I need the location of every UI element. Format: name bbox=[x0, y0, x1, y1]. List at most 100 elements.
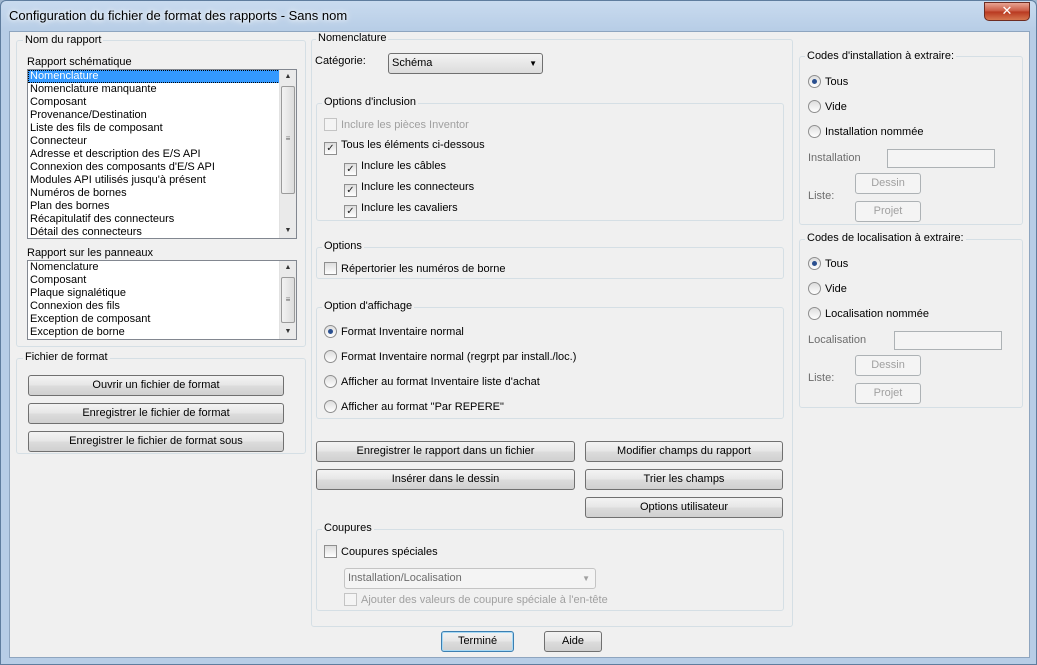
list-item[interactable]: Composant bbox=[28, 274, 296, 287]
add-break-header-checkbox[interactable]: Ajouter des valeurs de coupure spéciale … bbox=[344, 593, 608, 607]
close-button[interactable]: ✕ bbox=[984, 2, 1030, 21]
scroll-up-icon[interactable]: ▲ bbox=[280, 70, 296, 84]
location-project-button[interactable]: Projet bbox=[855, 383, 921, 404]
radio-circle-icon bbox=[324, 375, 337, 388]
panel-report-label: Rapport sur les panneaux bbox=[27, 247, 153, 259]
list-item[interactable]: Nomenclature bbox=[28, 70, 296, 83]
display-grouped-radio[interactable]: Format Inventaire normal (regrpt par ins… bbox=[324, 350, 576, 364]
display-purchase-list-radio[interactable]: Afficher au format Inventaire liste d'ac… bbox=[324, 375, 540, 389]
help-button[interactable]: Aide bbox=[544, 631, 602, 652]
install-name-input[interactable] bbox=[887, 149, 995, 168]
location-drawing-button[interactable]: Dessin bbox=[855, 355, 921, 376]
list-item[interactable]: Modules API utilisés jusqu'à présent bbox=[28, 174, 296, 187]
location-list-label: Liste: bbox=[808, 372, 835, 384]
user-options-button[interactable]: Options utilisateur bbox=[585, 497, 783, 518]
title-bar[interactable]: Configuration du fichier de format des r… bbox=[1, 1, 1036, 31]
open-format-file-button[interactable]: Ouvrir un fichier de format bbox=[28, 375, 284, 396]
insert-in-drawing-button[interactable]: Insérer dans le dessin bbox=[316, 469, 575, 490]
display-normal-radio[interactable]: Format Inventaire normal bbox=[324, 325, 464, 339]
category-label: Catégorie: bbox=[315, 55, 366, 67]
modify-report-fields-button[interactable]: Modifier champs du rapport bbox=[585, 441, 783, 462]
list-item[interactable]: Nomenclature manquante bbox=[28, 83, 296, 96]
display-by-tag-radio[interactable]: Afficher au format "Par REPERE" bbox=[324, 400, 504, 414]
install-codes-label: Codes d'installation à extraire: bbox=[805, 50, 957, 62]
radio-circle-icon bbox=[808, 307, 821, 320]
scroll-down-icon[interactable]: ▼ bbox=[280, 325, 296, 339]
scroll-down-icon[interactable]: ▼ bbox=[280, 224, 296, 238]
list-item[interactable]: Exception de composant bbox=[28, 313, 296, 326]
check-icon: ✓ bbox=[344, 205, 357, 218]
radio-dot-icon bbox=[808, 75, 821, 88]
list-item[interactable]: Provenance/Destination bbox=[28, 109, 296, 122]
dialog-window: Configuration du fichier de format des r… bbox=[0, 0, 1037, 665]
format-file-group-label: Fichier de format bbox=[23, 351, 110, 363]
schematic-list-scrollbar[interactable]: ▲ ≡ ▼ bbox=[279, 70, 296, 238]
location-name-input[interactable] bbox=[894, 331, 1002, 350]
radio-circle-icon bbox=[324, 400, 337, 413]
list-terminal-numbers-checkbox[interactable]: Répertorier les numéros de borne bbox=[324, 262, 505, 276]
display-normal-label: Format Inventaire normal bbox=[341, 326, 464, 338]
list-item[interactable]: Récapitulatif des connecteurs bbox=[28, 213, 296, 226]
include-inventor-checkbox[interactable]: Inclure les pièces Inventor bbox=[324, 118, 469, 132]
check-icon: ✓ bbox=[344, 163, 357, 176]
list-item[interactable]: Composant bbox=[28, 96, 296, 109]
location-named-radio[interactable]: Localisation nommée bbox=[808, 307, 929, 321]
include-connectors-checkbox[interactable]: ✓ Inclure les connecteurs bbox=[344, 181, 474, 197]
list-item[interactable]: Liste des fils de composant bbox=[28, 122, 296, 135]
all-items-checkbox[interactable]: ✓ Tous les éléments ci-dessous bbox=[324, 139, 485, 155]
dropdown-arrow-icon: ▼ bbox=[529, 59, 537, 68]
window-title: Configuration du fichier de format des r… bbox=[9, 8, 348, 23]
scroll-up-icon[interactable]: ▲ bbox=[280, 261, 296, 275]
list-item[interactable]: Adresse et description des E/S API bbox=[28, 148, 296, 161]
location-all-label: Tous bbox=[825, 258, 849, 270]
include-jumpers-checkbox[interactable]: ✓ Inclure les cavaliers bbox=[344, 202, 458, 218]
done-button[interactable]: Terminé bbox=[441, 631, 514, 652]
install-empty-radio[interactable]: Vide bbox=[808, 100, 847, 114]
panel-report-list[interactable]: Nomenclature Composant Plaque signalétique… bbox=[27, 260, 297, 340]
list-item[interactable]: Plaque signalétique bbox=[28, 287, 296, 300]
checkbox-box bbox=[324, 118, 337, 131]
save-format-file-as-button[interactable]: Enregistrer le fichier de format sous bbox=[28, 431, 284, 452]
category-value: Schéma bbox=[392, 57, 433, 69]
list-item[interactable]: Plan des bornes bbox=[28, 200, 296, 213]
location-field-label: Localisation bbox=[808, 334, 867, 346]
list-item[interactable]: Connecteur bbox=[28, 135, 296, 148]
location-all-radio[interactable]: Tous bbox=[808, 257, 848, 271]
category-select[interactable]: Schéma ▼ bbox=[388, 53, 543, 74]
install-drawing-button[interactable]: Dessin bbox=[855, 173, 921, 194]
location-empty-radio[interactable]: Vide bbox=[808, 282, 847, 296]
list-item[interactable]: Connexion des fils bbox=[28, 300, 296, 313]
all-items-label: Tous les éléments ci-dessous bbox=[341, 139, 485, 151]
list-item[interactable]: Détail des connecteurs bbox=[28, 226, 296, 238]
list-item[interactable]: Nomenclature bbox=[28, 261, 296, 274]
scroll-thumb[interactable]: ≡ bbox=[281, 277, 295, 323]
install-list-label: Liste: bbox=[808, 190, 835, 202]
install-all-label: Tous bbox=[825, 76, 849, 88]
break-type-select[interactable]: Installation/Localisation ▼ bbox=[344, 568, 596, 589]
location-named-label: Localisation nommée bbox=[825, 308, 929, 320]
display-by-tag-label: Afficher au format "Par REPERE" bbox=[341, 401, 504, 413]
radio-circle-icon bbox=[324, 350, 337, 363]
install-project-button[interactable]: Projet bbox=[855, 201, 921, 222]
save-report-to-file-button[interactable]: Enregistrer le rapport dans un fichier bbox=[316, 441, 575, 462]
schematic-report-list[interactable]: Nomenclature Nomenclature manquante Compos… bbox=[27, 69, 297, 239]
schematic-report-items: Nomenclature Nomenclature manquante Compos… bbox=[28, 70, 296, 238]
radio-dot-icon bbox=[324, 325, 337, 338]
install-named-radio[interactable]: Installation nommée bbox=[808, 125, 923, 139]
install-all-radio[interactable]: Tous bbox=[808, 75, 848, 89]
special-breaks-checkbox[interactable]: Coupures spéciales bbox=[324, 545, 438, 559]
panel-list-scrollbar[interactable]: ▲ ≡ ▼ bbox=[279, 261, 296, 339]
radio-dot-icon bbox=[808, 257, 821, 270]
list-item[interactable]: Exception de borne bbox=[28, 326, 296, 339]
include-cables-checkbox[interactable]: ✓ Inclure les câbles bbox=[344, 160, 446, 176]
install-field-label: Installation bbox=[808, 152, 861, 164]
dropdown-arrow-icon: ▼ bbox=[582, 574, 590, 583]
panel-report-items: Nomenclature Composant Plaque signalétique… bbox=[28, 261, 296, 339]
list-item[interactable]: Connexion des composants d'E/S API bbox=[28, 161, 296, 174]
list-item[interactable]: Numéros de bornes bbox=[28, 187, 296, 200]
save-format-file-button[interactable]: Enregistrer le fichier de format bbox=[28, 403, 284, 424]
breaks-group-label: Coupures bbox=[322, 522, 374, 534]
include-connectors-label: Inclure les connecteurs bbox=[361, 181, 475, 193]
scroll-thumb[interactable]: ≡ bbox=[281, 86, 295, 194]
sort-fields-button[interactable]: Trier les champs bbox=[585, 469, 783, 490]
